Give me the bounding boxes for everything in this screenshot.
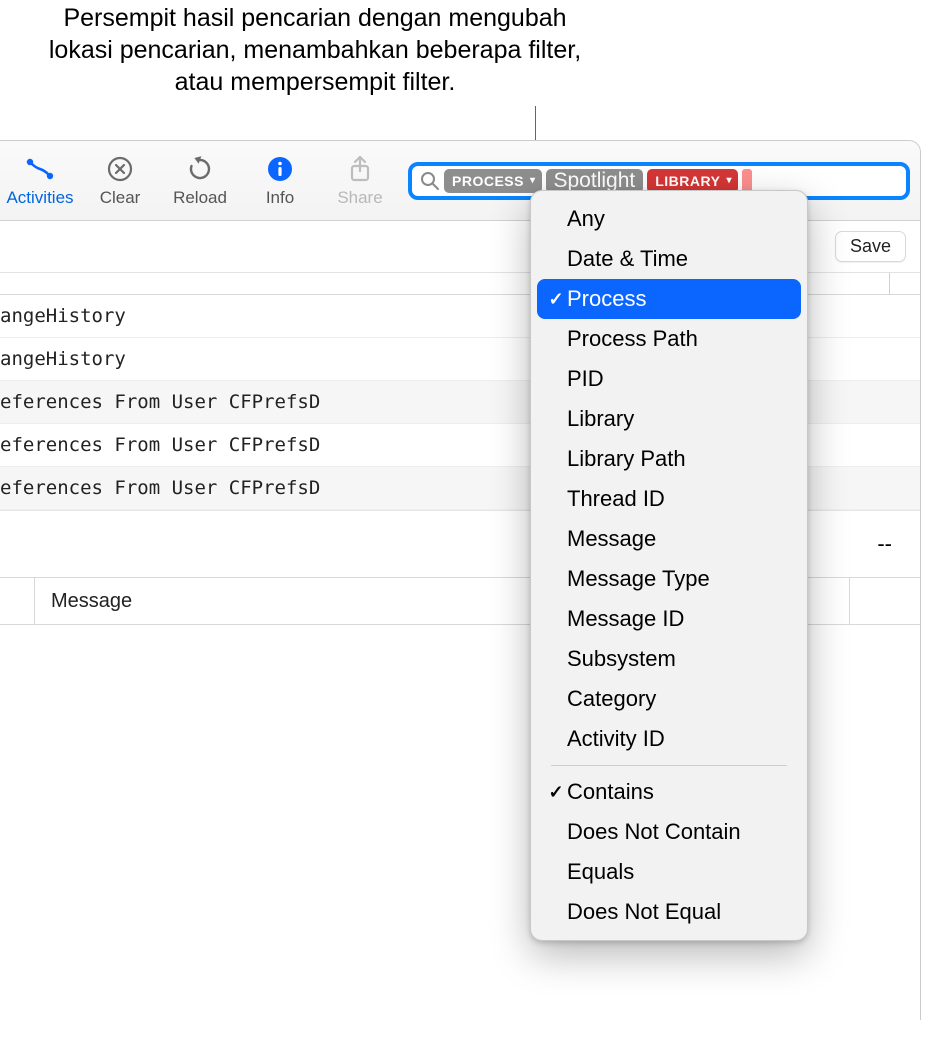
menu-item-label: Message Type bbox=[567, 566, 710, 592]
share-button[interactable]: Share bbox=[320, 144, 400, 218]
activities-label: Activities bbox=[6, 188, 73, 208]
activities-icon bbox=[24, 154, 56, 184]
menu-item[interactable]: ✓Message bbox=[537, 519, 801, 559]
menu-item-label: Activity ID bbox=[567, 726, 665, 752]
check-icon: ✓ bbox=[545, 782, 567, 803]
share-label: Share bbox=[337, 188, 382, 208]
menu-item[interactable]: ✓Contains bbox=[537, 772, 801, 812]
menu-item[interactable]: ✓Activity ID bbox=[537, 719, 801, 759]
menu-item-label: Does Not Equal bbox=[567, 899, 721, 925]
reload-button[interactable]: Reload bbox=[160, 144, 240, 218]
menu-item-label: Contains bbox=[567, 779, 654, 805]
menu-item-label: Message ID bbox=[567, 606, 684, 632]
menu-item-label: PID bbox=[567, 366, 604, 392]
search-token-dropdown: ✓Any✓Date & Time✓Process✓Process Path✓PI… bbox=[530, 190, 808, 941]
menu-item-label: Message bbox=[567, 526, 656, 552]
menu-item[interactable]: ✓Thread ID bbox=[537, 479, 801, 519]
menu-item-label: Equals bbox=[567, 859, 634, 885]
menu-item[interactable]: ✓Library bbox=[537, 399, 801, 439]
menu-item[interactable]: ✓Does Not Contain bbox=[537, 812, 801, 852]
menu-item-label: Subsystem bbox=[567, 646, 676, 672]
menu-item[interactable]: ✓Date & Time bbox=[537, 239, 801, 279]
menu-item-label: Any bbox=[567, 206, 605, 232]
menu-item-label: Process bbox=[567, 286, 646, 312]
menu-item-label: Date & Time bbox=[567, 246, 688, 272]
menu-item[interactable]: ✓Category bbox=[537, 679, 801, 719]
activities-button[interactable]: Activities bbox=[0, 144, 80, 218]
clear-button[interactable]: Clear bbox=[80, 144, 160, 218]
column-divider[interactable] bbox=[849, 578, 850, 624]
menu-item[interactable]: ✓Message ID bbox=[537, 599, 801, 639]
info-label: Info bbox=[266, 188, 294, 208]
menu-item[interactable]: ✓Subsystem bbox=[537, 639, 801, 679]
menu-item-label: Thread ID bbox=[567, 486, 665, 512]
search-token-process-value[interactable]: Spotlight bbox=[546, 169, 644, 193]
search-token-library-label: LIBRARY bbox=[647, 173, 726, 189]
menu-item-label: Process Path bbox=[567, 326, 698, 352]
menu-item[interactable]: ✓Library Path bbox=[537, 439, 801, 479]
info-button[interactable]: Info bbox=[240, 144, 320, 218]
callout-text: Persempit hasil pencarian dengan menguba… bbox=[40, 2, 590, 98]
menu-item[interactable]: ✓Does Not Equal bbox=[537, 892, 801, 932]
search-token-process[interactable]: PROCESS ▾ bbox=[444, 169, 542, 193]
menu-item-label: Category bbox=[567, 686, 656, 712]
search-token-library-value-partial[interactable] bbox=[742, 169, 752, 193]
chevron-down-icon: ▾ bbox=[530, 175, 542, 186]
menu-item[interactable]: ✓Any bbox=[537, 199, 801, 239]
column-resize-handle[interactable] bbox=[889, 273, 890, 295]
menu-separator bbox=[551, 765, 787, 766]
clear-label: Clear bbox=[100, 188, 141, 208]
menu-item-label: Library bbox=[567, 406, 634, 432]
menu-item[interactable]: ✓Message Type bbox=[537, 559, 801, 599]
share-icon bbox=[344, 154, 376, 184]
chevron-down-icon: ▾ bbox=[726, 175, 738, 186]
reload-icon bbox=[184, 154, 216, 184]
info-icon bbox=[264, 154, 296, 184]
menu-item-label: Does Not Contain bbox=[567, 819, 741, 845]
menu-item[interactable]: ✓Equals bbox=[537, 852, 801, 892]
detail-placeholder-text: -- bbox=[877, 531, 892, 557]
clear-icon bbox=[104, 154, 136, 184]
search-icon bbox=[420, 171, 440, 191]
save-button[interactable]: Save bbox=[835, 231, 906, 262]
menu-item-label: Library Path bbox=[567, 446, 686, 472]
reload-label: Reload bbox=[173, 188, 227, 208]
menu-item[interactable]: ✓Process bbox=[537, 279, 801, 319]
search-token-process-label: PROCESS bbox=[444, 173, 530, 189]
check-icon: ✓ bbox=[545, 289, 567, 310]
search-token-library[interactable]: LIBRARY ▾ bbox=[647, 169, 738, 193]
menu-item[interactable]: ✓Process Path bbox=[537, 319, 801, 359]
menu-item[interactable]: ✓PID bbox=[537, 359, 801, 399]
